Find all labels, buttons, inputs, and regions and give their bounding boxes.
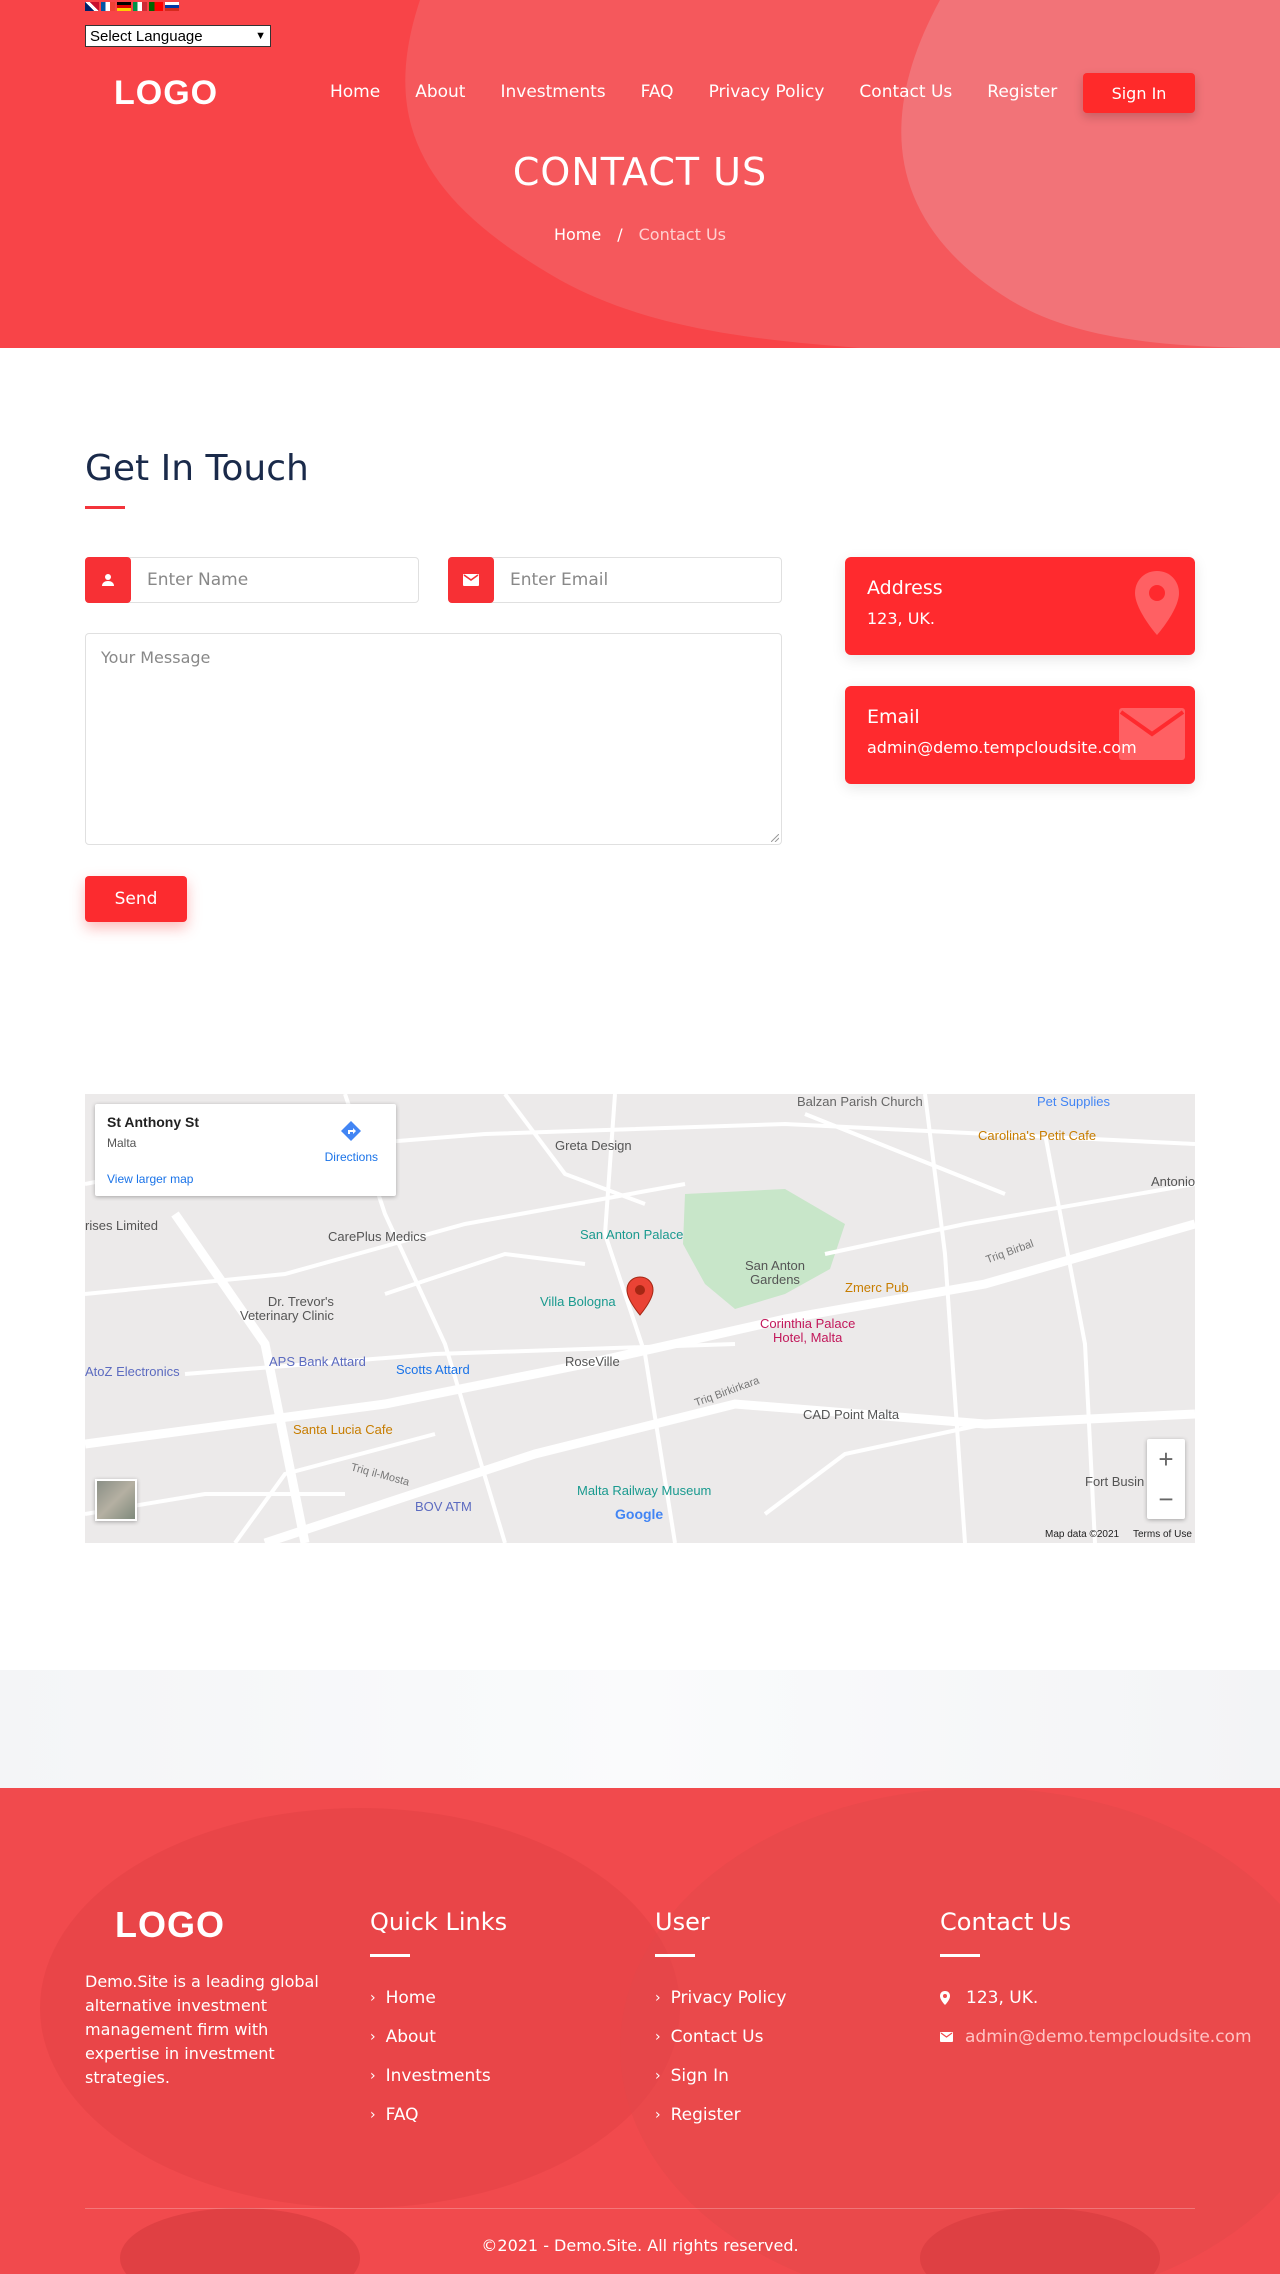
zoom-control: + − <box>1147 1439 1185 1519</box>
footer-link-label: Home <box>385 1988 436 2008</box>
nav-register[interactable]: Register <box>987 82 1057 102</box>
footer-address: 123, UK. <box>940 1988 1038 2008</box>
footer-contact-title: Contact Us <box>940 1908 1072 1936</box>
footer-logo[interactable]: LOGO <box>115 1904 225 1946</box>
language-select[interactable]: Select Language ▼ <box>85 25 271 47</box>
google-map[interactable]: Balzan Parish Church Pet Supplies Caroli… <box>85 1094 1195 1543</box>
email-placeholder: Enter Email <box>510 570 609 590</box>
view-larger-map-link[interactable]: View larger map <box>107 1172 193 1186</box>
main-nav: Home About Investments FAQ Privacy Polic… <box>330 82 1092 102</box>
directions-link[interactable]: Directions <box>325 1150 378 1164</box>
page-title: CONTACT US <box>512 150 768 194</box>
envelope-icon <box>940 2032 953 2042</box>
directions-icon[interactable] <box>340 1120 362 1142</box>
email-card: Email admin@demo.tempcloudsite.com <box>845 686 1195 784</box>
address-card: Address 123, UK. <box>845 557 1195 655</box>
section-title: Get In Touch <box>85 448 309 489</box>
footer-link-faq[interactable]: › FAQ <box>370 2105 419 2125</box>
map-info-card: St Anthony St Malta Directions View larg… <box>95 1104 396 1196</box>
nav-contact-us[interactable]: Contact Us <box>859 82 952 102</box>
breadcrumb-current: Contact Us <box>638 225 727 244</box>
language-flags[interactable] <box>85 2 179 11</box>
message-textarea[interactable]: Your Message <box>85 633 782 845</box>
quick-links-title: Quick Links <box>370 1908 508 1936</box>
flag-ru-icon[interactable] <box>165 2 179 11</box>
footer-link-privacy-policy[interactable]: › Privacy Policy <box>655 1988 786 2008</box>
zoom-in-button[interactable]: + <box>1147 1439 1185 1479</box>
chevron-right-icon: › <box>370 1990 376 2006</box>
email-field[interactable]: Enter Email <box>448 557 782 603</box>
copyright: ©2021 - Demo.Site. All rights reserved. <box>481 2236 799 2255</box>
footer-link-contact-us[interactable]: › Contact Us <box>655 2027 763 2047</box>
zoom-out-button[interactable]: − <box>1147 1479 1185 1519</box>
user-icon <box>85 557 131 603</box>
envelope-icon <box>448 557 494 603</box>
footer-email-value[interactable]: admin@demo.tempcloudsite.com <box>965 2027 1252 2047</box>
footer: LOGO Demo.Site is a leading global alter… <box>0 1788 1280 2274</box>
footer-link-sign-in[interactable]: › Sign In <box>655 2066 729 2086</box>
footer-link-home[interactable]: › Home <box>370 1988 436 2008</box>
user-links-underline <box>655 1954 695 1957</box>
google-logo: Google <box>615 1506 664 1522</box>
name-placeholder: Enter Name <box>147 570 249 590</box>
title-underline <box>85 506 125 509</box>
satellite-toggle[interactable] <box>95 1479 137 1521</box>
message-placeholder: Your Message <box>101 648 211 667</box>
map-pin-icon <box>940 1991 950 2005</box>
hero-banner: Select Language ▼ LOGO Home About Invest… <box>0 0 1280 348</box>
footer-link-label: FAQ <box>385 2105 419 2125</box>
chevron-right-icon: › <box>370 2068 376 2084</box>
flag-pt-icon[interactable] <box>149 2 163 11</box>
breadcrumb: Home / Contact Us <box>0 225 1280 244</box>
name-field[interactable]: Enter Name <box>85 557 419 603</box>
sign-in-button[interactable]: Sign In <box>1083 73 1195 113</box>
footer-link-register[interactable]: › Register <box>655 2105 741 2125</box>
nav-privacy-policy[interactable]: Privacy Policy <box>709 82 825 102</box>
footer-address-value: 123, UK. <box>966 1988 1039 2008</box>
send-button[interactable]: Send <box>85 876 187 922</box>
chevron-right-icon: › <box>655 2068 661 2084</box>
breadcrumb-home[interactable]: Home <box>554 225 601 244</box>
resize-handle-icon[interactable] <box>771 834 779 842</box>
footer-contact-underline <box>940 1954 980 1957</box>
footer-email[interactable]: admin@demo.tempcloudsite.com <box>940 2027 1252 2047</box>
header-logo[interactable]: LOGO <box>114 74 218 113</box>
footer-link-label: Privacy Policy <box>670 1988 787 2008</box>
flag-it-icon[interactable] <box>133 2 147 11</box>
breadcrumb-separator: / <box>617 225 623 244</box>
footer-link-label: Sign In <box>670 2066 729 2086</box>
nav-investments[interactable]: Investments <box>500 82 605 102</box>
nav-about[interactable]: About <box>415 82 465 102</box>
map-attribution: Map data ©2021 <box>1045 1529 1120 1540</box>
footer-link-about[interactable]: › About <box>370 2027 436 2047</box>
pre-footer-band <box>0 1670 1280 1788</box>
user-links-title: User <box>655 1908 710 1936</box>
chevron-right-icon: › <box>655 2107 661 2123</box>
footer-description: Demo.Site is a leading global alternativ… <box>85 1972 319 2087</box>
map-terms-link[interactable]: Terms of Use <box>1133 1529 1192 1540</box>
chevron-right-icon: › <box>655 2029 661 2045</box>
language-select-value: Select Language <box>90 27 203 45</box>
flag-fr-icon[interactable] <box>101 2 115 11</box>
map-pin-icon <box>1135 571 1179 635</box>
quick-links-underline <box>370 1954 410 1957</box>
footer-link-label: About <box>385 2027 436 2047</box>
chevron-right-icon: › <box>655 1990 661 2006</box>
flag-de-icon[interactable] <box>117 2 131 11</box>
chevron-right-icon: › <box>370 2029 376 2045</box>
nav-home[interactable]: Home <box>330 82 380 102</box>
footer-link-label: Investments <box>385 2066 491 2086</box>
flag-en-icon[interactable] <box>85 2 99 11</box>
envelope-large-icon <box>1119 708 1185 760</box>
chevron-right-icon: › <box>370 2107 376 2123</box>
footer-link-label: Register <box>670 2105 741 2125</box>
footer-divider <box>85 2208 1195 2209</box>
footer-link-investments[interactable]: › Investments <box>370 2066 491 2086</box>
chevron-down-icon: ▼ <box>255 30 266 42</box>
nav-faq[interactable]: FAQ <box>641 82 674 102</box>
footer-link-label: Contact Us <box>670 2027 764 2047</box>
map-marker-icon[interactable] <box>625 1276 655 1316</box>
